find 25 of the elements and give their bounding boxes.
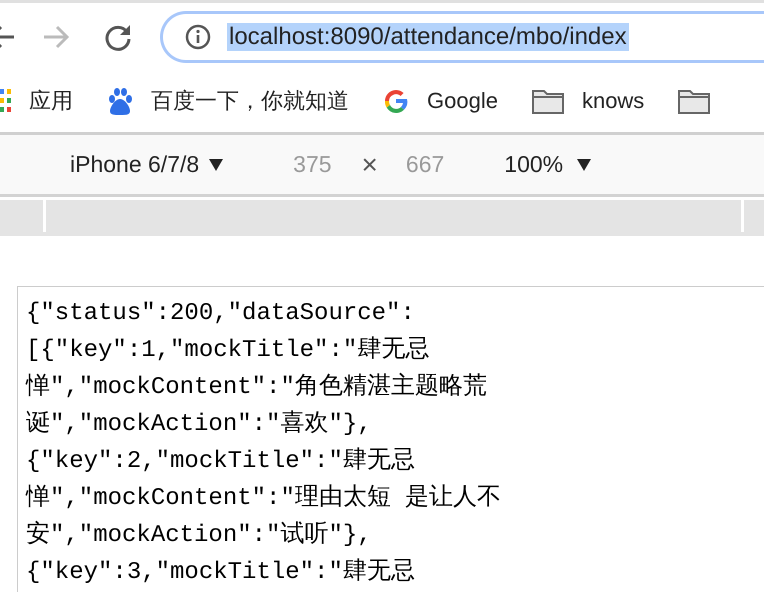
address-bar[interactable]: localhost:8090/attendance/mbo/index — [160, 10, 764, 62]
bookmark-link[interactable]: knows — [582, 88, 644, 114]
folder-icon — [532, 88, 564, 114]
json-text-line: 惮","mockContent":"角色精湛主题略荒 — [26, 372, 487, 403]
bookmark-link[interactable]: Google — [427, 88, 498, 114]
device-select[interactable]: iPhone 6/7/8 — [70, 151, 200, 178]
folder-icon — [678, 88, 710, 114]
json-text-line: 安","mockAction":"试听"}, — [26, 520, 372, 551]
json-text-line: 惮","mockContent":"理由太短 是让人不 — [26, 483, 502, 514]
times-sign: × — [362, 148, 378, 180]
json-text-line: 诞","mockAction":"喜欢"}, — [26, 409, 372, 440]
json-text-line: {"status":200,"dataSource": — [26, 299, 415, 329]
reload-icon[interactable] — [104, 22, 132, 50]
json-text-line: [{"key":1,"mockTitle":"肆无忌 — [26, 335, 430, 366]
json-text-line: {"key":3,"mockTitle":"肆无忌 — [26, 557, 415, 588]
bookmark-link[interactable]: 百度一下，你就知道 — [151, 86, 349, 116]
google-g-icon — [383, 88, 409, 114]
info-icon[interactable] — [185, 24, 211, 50]
url-text: localhost:8090/attendance/mbo/index — [227, 22, 629, 50]
json-text-line: {"key":2,"mockTitle":"肆无忌 — [26, 446, 415, 477]
dropdown-caret-icon — [209, 158, 224, 170]
dropdown-caret-icon — [577, 158, 592, 170]
zoom-select[interactable]: 100% — [504, 151, 564, 178]
paw-icon — [107, 87, 133, 115]
bookmark-link[interactable]: 应用 — [29, 86, 73, 116]
